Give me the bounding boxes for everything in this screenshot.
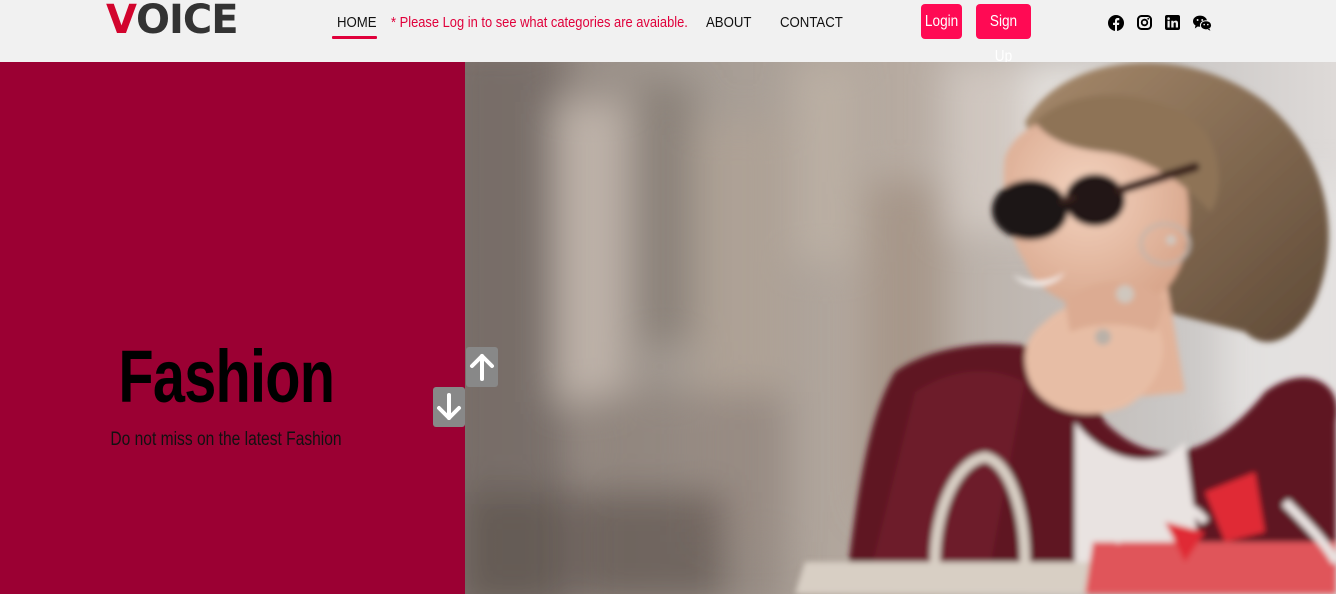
arrow-up-icon: [470, 354, 494, 381]
login-notice: * Please Log in to see what categories a…: [391, 14, 688, 31]
site-header: V OICE HOME * Please Log in to see what c…: [0, 0, 1336, 65]
wechat-icon[interactable]: [1192, 14, 1212, 31]
hero-title-text: Fashion: [118, 335, 335, 418]
nav-home-link[interactable]: HOME: [337, 12, 377, 34]
nav-active-underline: [332, 36, 377, 39]
hero-panel: Fashion Do not miss on the latest Fashio…: [0, 62, 465, 594]
nav-about-link[interactable]: ABOUT: [706, 12, 751, 34]
hero-subtitle-text: Do not miss on the latest Fashion: [110, 429, 342, 450]
logo-letter-v: V: [106, 0, 137, 43]
login-button[interactable]: Login: [921, 4, 962, 39]
linkedin-icon[interactable]: [1164, 14, 1181, 31]
nav-contact-link[interactable]: CONTACT: [780, 12, 843, 34]
hero-image: [465, 62, 1336, 594]
hero-subtitle: Do not miss on the latest Fashion: [0, 428, 452, 452]
logo[interactable]: V OICE: [106, 0, 239, 43]
hero-title: Fashion: [0, 332, 452, 422]
instagram-icon[interactable]: [1136, 14, 1153, 31]
facebook-icon[interactable]: [1107, 14, 1124, 31]
carousel-up-button[interactable]: [466, 347, 498, 387]
carousel-down-button[interactable]: [433, 387, 465, 427]
logo-text: OICE: [135, 0, 239, 43]
arrow-down-icon: [437, 393, 461, 420]
login-button-label: Login: [924, 13, 959, 30]
signup-button[interactable]: Sign Up: [976, 4, 1031, 65]
